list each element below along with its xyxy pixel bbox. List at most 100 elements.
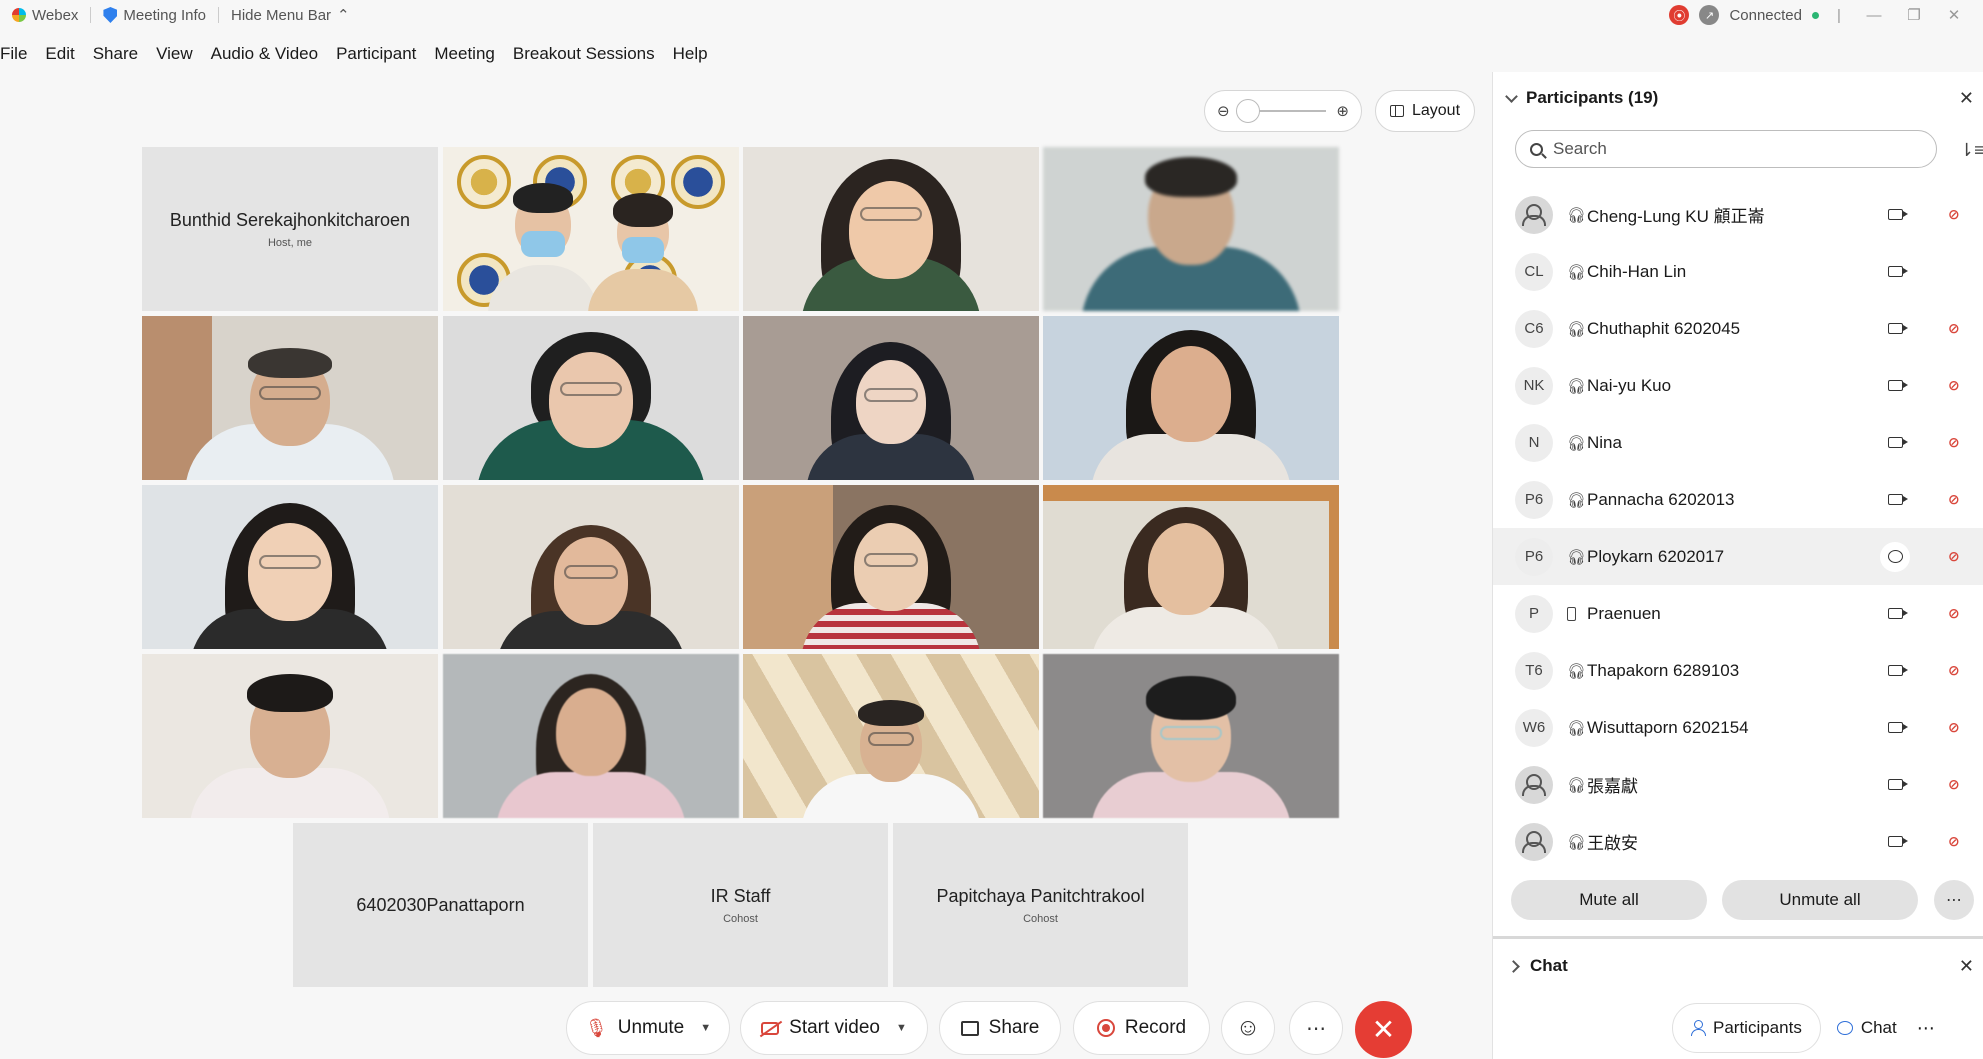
menu-audio-video[interactable]: Audio & Video	[211, 44, 318, 64]
menu-participant[interactable]: Participant	[336, 44, 416, 64]
menu-share[interactable]: Share	[93, 44, 138, 64]
video-tile[interactable]	[142, 485, 438, 649]
tab-participants[interactable]: Participants	[1672, 1003, 1821, 1053]
record-button[interactable]: Record	[1073, 1001, 1210, 1055]
zoom-in-icon[interactable]: ⊕	[1336, 102, 1349, 120]
mute-all-button[interactable]: Mute all	[1511, 880, 1707, 920]
menu-file[interactable]: File	[0, 44, 27, 64]
video-tile[interactable]	[1043, 654, 1339, 818]
zoom-slider-thumb[interactable]	[1235, 99, 1260, 123]
chevron-down-icon[interactable]: ▼	[896, 1022, 907, 1034]
menu-breakout-sessions[interactable]: Breakout Sessions	[513, 44, 655, 64]
mic-muted-icon[interactable]: ⊘	[1948, 719, 1960, 736]
menu-meeting[interactable]: Meeting	[434, 44, 494, 64]
search-input[interactable]: Search	[1515, 130, 1937, 168]
reactions-button[interactable]: ☺	[1221, 1001, 1275, 1055]
layout-button[interactable]: Layout	[1375, 90, 1475, 132]
video-icon	[1888, 779, 1908, 790]
video-tile[interactable]	[142, 654, 438, 818]
headset-icon: 🎧︎	[1567, 320, 1587, 338]
close-icon[interactable]: ✕	[1959, 956, 1974, 977]
close-icon[interactable]: ✕	[1959, 88, 1974, 109]
mic-muted-icon[interactable]: ⊘	[1948, 662, 1960, 679]
mic-muted-icon[interactable]: ⊘	[1948, 776, 1960, 793]
headset-icon: 🎧︎	[1567, 548, 1587, 566]
chevron-right-icon[interactable]	[1507, 959, 1520, 973]
video-tile[interactable]	[142, 316, 438, 480]
video-tile[interactable]	[743, 316, 1039, 480]
more-icon[interactable]: ⋯	[1907, 1018, 1935, 1039]
video-tile[interactable]	[743, 654, 1039, 818]
chat-panel-header[interactable]: Chat ✕	[1493, 940, 1983, 992]
video-tile[interactable]	[1043, 147, 1339, 311]
avatar: C6	[1515, 309, 1553, 348]
video-tile[interactable]	[443, 485, 739, 649]
video-tile[interactable]	[443, 316, 739, 480]
mic-muted-icon[interactable]: ⊘	[1948, 548, 1960, 565]
participant-row[interactable]: NK 🎧︎ Nai-yu Kuo ⊘	[1493, 357, 1983, 414]
more-options-button[interactable]: ⋯	[1289, 1001, 1343, 1055]
video-tile[interactable]	[443, 654, 739, 818]
participant-row[interactable]: P6 🎧︎ Pannacha 6202013 ⊘	[1493, 471, 1983, 528]
panel-divider[interactable]	[1493, 936, 1983, 939]
start-video-button[interactable]: Start video ▼	[740, 1001, 928, 1055]
video-tile[interactable]	[1043, 485, 1339, 649]
mic-muted-icon[interactable]: ⊘	[1948, 491, 1960, 508]
meeting-info-button[interactable]: Meeting Info	[91, 0, 218, 30]
minimize-icon[interactable]: —	[1859, 7, 1889, 24]
network-icon[interactable]: ↗	[1699, 5, 1720, 25]
participant-row[interactable]: W6 🎧︎ Wisuttaporn 6202154 ⊘	[1493, 699, 1983, 756]
participant-row[interactable]: 🎧︎ Cheng-Lung KU 顧正崙 ⊘	[1493, 186, 1983, 243]
hide-menu-bar-button[interactable]: Hide Menu Bar ⌃	[219, 0, 362, 30]
unmute-all-button[interactable]: Unmute all	[1722, 880, 1918, 920]
tab-chat[interactable]: Chat	[1821, 1018, 1907, 1038]
close-window-icon[interactable]: ✕	[1939, 6, 1969, 24]
headset-icon: 🎧︎	[1567, 377, 1587, 395]
participant-row[interactable]: CL 🎧︎ Chih-Han Lin	[1493, 243, 1983, 300]
video-tile[interactable]	[743, 147, 1039, 311]
menu-help[interactable]: Help	[673, 44, 708, 64]
menu-edit[interactable]: Edit	[45, 44, 74, 64]
video-tile-name[interactable]: Papitchaya Panitchtrakool Cohost	[893, 823, 1188, 987]
zoom-out-icon[interactable]: ⊖	[1217, 102, 1230, 120]
video-tile[interactable]	[1043, 316, 1339, 480]
participant-row[interactable]: N 🎧︎ Nina ⊘	[1493, 414, 1983, 471]
chevron-down-icon[interactable]	[1505, 89, 1518, 103]
avatar: W6	[1515, 708, 1553, 747]
sort-icon[interactable]: ⇂≡	[1959, 140, 1983, 161]
participant-row[interactable]: C6 🎧︎ Chuthaphit 6202045 ⊘	[1493, 300, 1983, 357]
mic-muted-icon[interactable]: ⊘	[1948, 434, 1960, 451]
unmute-button[interactable]: 🎙︎ Unmute ▼	[566, 1001, 730, 1055]
share-button[interactable]: Share	[939, 1001, 1061, 1055]
participant-row[interactable]: T6 🎧︎ Thapakorn 6289103 ⊘	[1493, 642, 1983, 699]
title-bar: Webex Meeting Info Hide Menu Bar ⌃ ⦿ ↗ C…	[0, 0, 1983, 30]
video-tile-name[interactable]: IR Staff Cohost	[593, 823, 888, 987]
participant-row-selected[interactable]: P6 🎧︎ Ploykarn 6202017 ⊘	[1493, 528, 1983, 585]
mic-muted-icon[interactable]: ⊘	[1948, 320, 1960, 337]
participants-panel-header[interactable]: Participants (19) ✕	[1493, 72, 1983, 124]
video-icon	[1888, 437, 1908, 448]
restore-icon[interactable]: ❐	[1899, 6, 1929, 24]
headset-icon: 🎧︎	[1567, 434, 1587, 452]
chevron-down-icon[interactable]: ▼	[700, 1022, 711, 1034]
video-tile[interactable]	[443, 147, 739, 311]
more-options-button[interactable]: ⋯	[1934, 880, 1974, 920]
zoom-slider[interactable]	[1235, 99, 1327, 123]
menu-view[interactable]: View	[156, 44, 193, 64]
mic-muted-icon[interactable]: ⊘	[1948, 605, 1960, 622]
participant-row[interactable]: 🎧︎ 張嘉獻 ⊘	[1493, 756, 1983, 813]
participant-row[interactable]: 🎧︎ 王啟安 ⊘	[1493, 813, 1983, 870]
mic-muted-icon[interactable]: ⊘	[1948, 206, 1960, 223]
headset-icon: 🎧︎	[1567, 719, 1587, 737]
mic-muted-icon[interactable]: ⊘	[1948, 833, 1960, 850]
participant-row[interactable]: P Praenuen ⊘	[1493, 585, 1983, 642]
recording-indicator-icon[interactable]: ⦿	[1669, 5, 1690, 25]
video-icon	[1888, 836, 1908, 847]
video-tile-name[interactable]: 6402030Panattaporn	[293, 823, 588, 987]
leave-meeting-button[interactable]: ✕	[1355, 1001, 1412, 1058]
video-tile-host[interactable]: Bunthid Serekajhonkitcharoen Host, me	[142, 147, 438, 311]
search-icon	[1530, 142, 1543, 156]
chat-bubble-icon[interactable]	[1880, 541, 1910, 572]
mic-muted-icon[interactable]: ⊘	[1948, 377, 1960, 394]
video-tile[interactable]	[743, 485, 1039, 649]
